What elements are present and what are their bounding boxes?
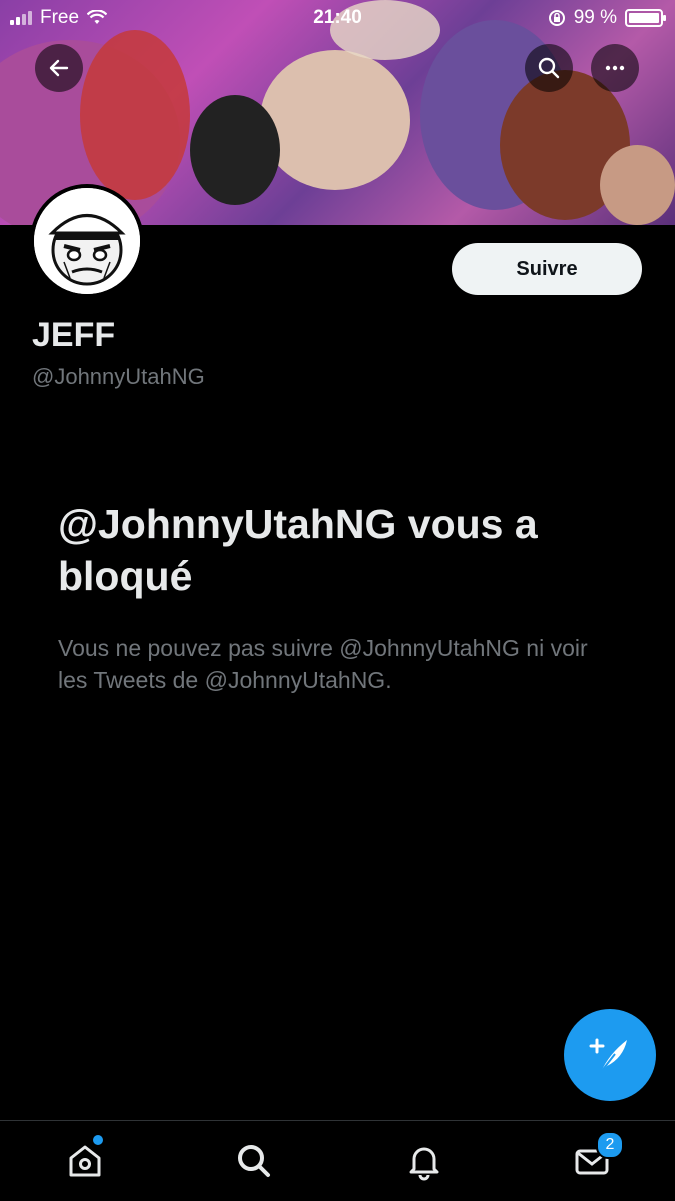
back-button[interactable] (35, 44, 83, 92)
home-notification-dot (91, 1133, 105, 1147)
blocked-title: @JohnnyUtahNG vous a bloqué (58, 501, 538, 599)
feather-plus-icon (589, 1038, 627, 1073)
search-icon (238, 1145, 270, 1177)
more-dots-icon (605, 65, 625, 71)
search-profile-button[interactable] (525, 44, 573, 92)
tab-home[interactable] (63, 1133, 107, 1183)
arrow-left-icon (49, 59, 69, 77)
rotation-lock-icon (548, 10, 565, 26)
status-bar: Free 21:40 99 % (0, 0, 675, 36)
avatar[interactable] (30, 184, 144, 298)
bottom-tab-bar: 2 (0, 1120, 675, 1201)
profile-handle: @JohnnyUtahNG (32, 364, 205, 389)
tab-messages[interactable]: 2 (570, 1131, 624, 1183)
battery-percent: 99 % (573, 7, 617, 28)
battery-icon (625, 9, 666, 27)
compose-tweet-button[interactable] (564, 1009, 656, 1101)
cartoon-face-icon (34, 188, 140, 294)
tab-search[interactable] (232, 1139, 276, 1183)
profile-display-name: JEFF (32, 316, 116, 354)
messages-badge: 2 (596, 1131, 624, 1159)
search-icon (538, 57, 560, 79)
home-icon (69, 1145, 101, 1177)
more-options-button[interactable] (591, 44, 639, 92)
tab-notifications[interactable] (402, 1139, 446, 1183)
follow-button[interactable]: Suivre (452, 243, 642, 295)
bell-icon (409, 1147, 439, 1181)
blocked-description: Vous ne pouvez pas suivre @JohnnyUtahNG … (58, 635, 588, 693)
